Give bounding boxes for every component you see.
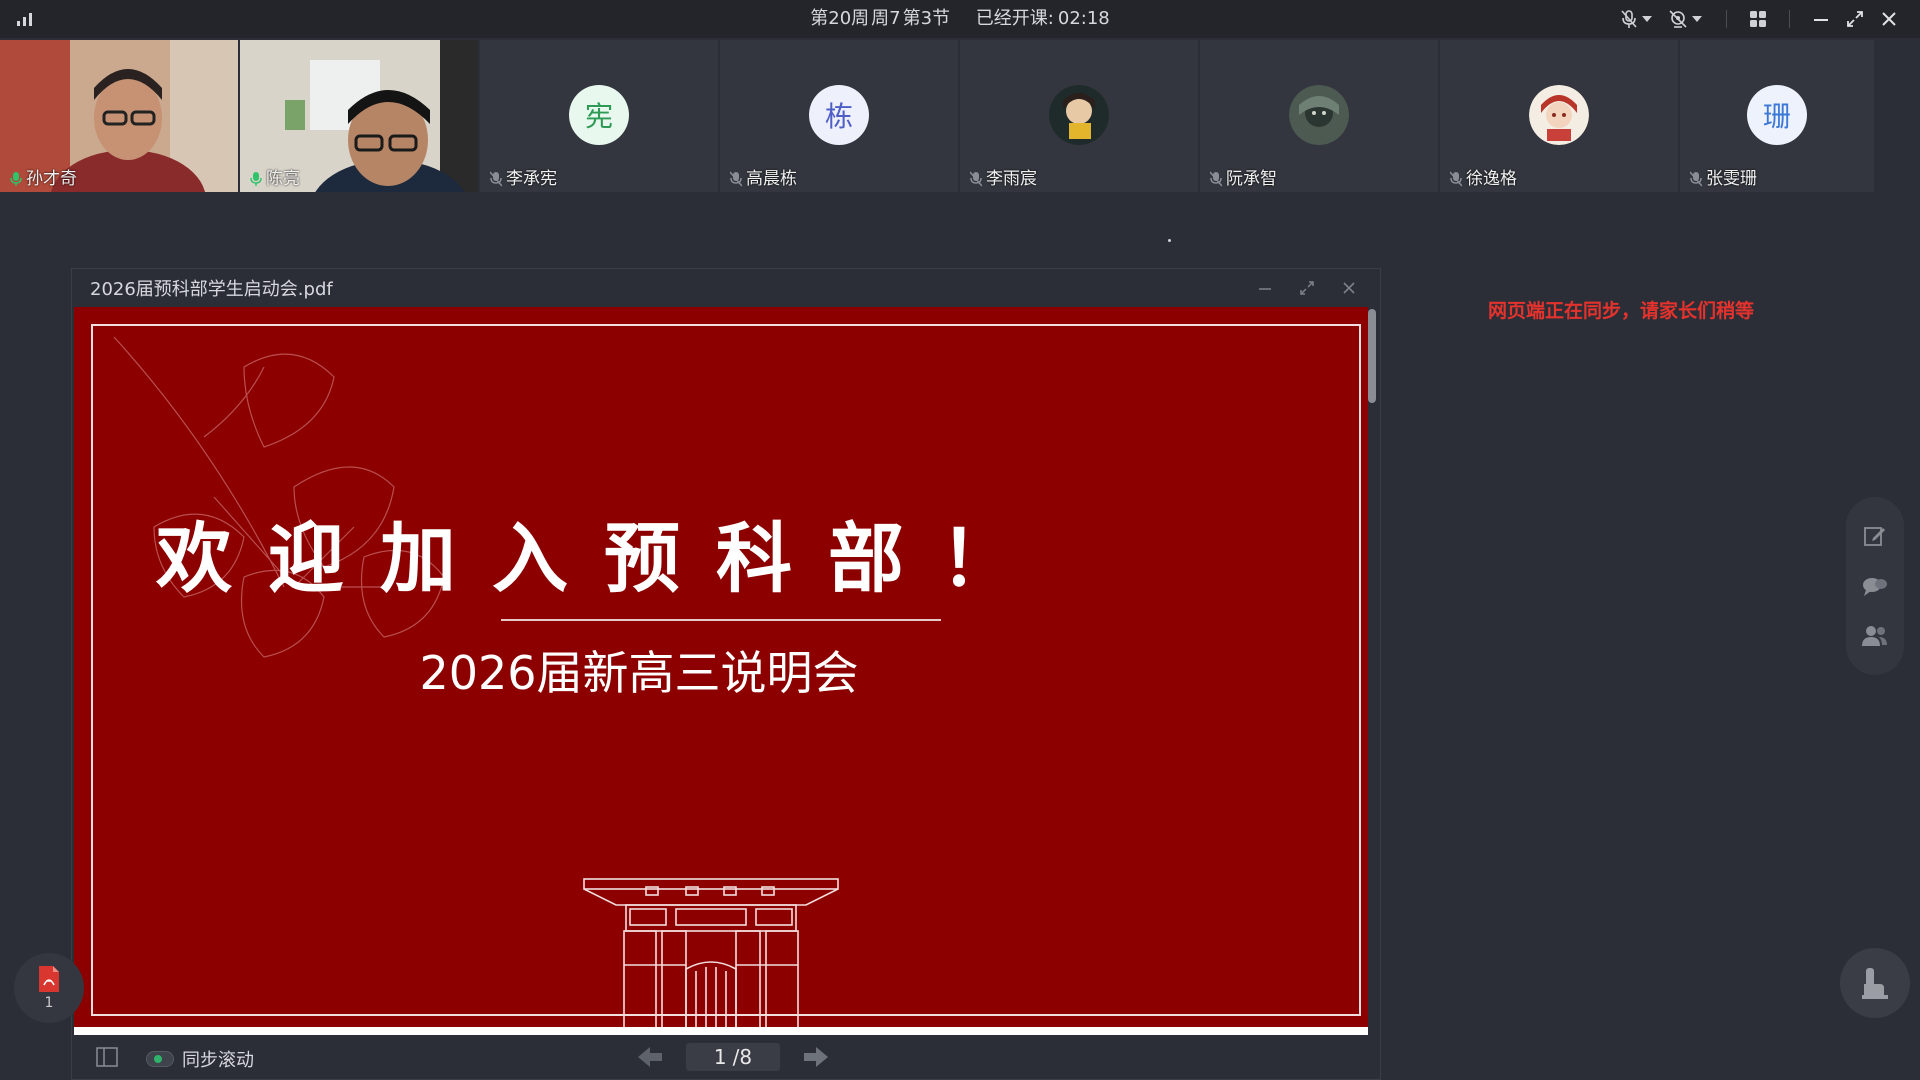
mic-on-icon [250,172,262,186]
next-page-button[interactable] [794,1043,838,1071]
raise-hand-button[interactable] [1840,948,1910,1018]
camera-toggle-button[interactable] [1658,0,1712,38]
slide-bottom-band [74,1027,1368,1035]
pdf-minimize-button[interactable] [1244,269,1286,307]
minimize-icon [1259,288,1271,290]
pdf-fullscreen-button[interactable] [1286,269,1328,307]
participant-name: 孙才奇 [10,168,77,190]
school-gate-illustration [583,878,839,1035]
divider [1726,10,1727,28]
sync-scroll-label: 同步滚动 [182,1050,254,1071]
mic-off-icon [1450,171,1462,187]
pdf-toolbar: 同步滚动 1/8 [72,1035,1380,1079]
arrow-left-icon [638,1047,662,1067]
participant-tile[interactable]: 阮承智 [1200,40,1438,192]
slide-subtitle: 2026届新高三说明会 [419,646,859,700]
mic-off-icon [1210,171,1222,187]
raise-hand-icon [1862,968,1888,999]
sync-status-note: 网页端正在同步，请家长们稍等 [1488,300,1755,322]
mic-off-icon [730,171,742,187]
pdf-window-controls [1244,269,1370,307]
period-label: 第3节 [902,8,951,29]
total-pages: /8 [732,1045,753,1069]
page-navigator: 1/8 [628,1043,838,1071]
top-controls [1614,0,1906,38]
mic-off-icon [1621,10,1637,28]
scrollbar-thumb[interactable] [1368,309,1376,403]
grid-layout-icon [1750,11,1766,27]
avatar: 栋 [809,85,869,145]
arrow-right-icon [804,1047,828,1067]
minimize-button[interactable] [1804,0,1838,38]
chevron-down-icon [1692,16,1702,22]
pdf-filename: 2026届预科部学生启动会.pdf [90,279,333,300]
participant-tile[interactable]: 珊 张雯珊 [1680,40,1874,192]
chevron-down-icon [1642,16,1652,22]
avatar [1529,85,1589,145]
people-icon [1862,626,1887,646]
participant-name: 陈亮 [250,168,300,190]
avatar: 珊 [1747,85,1807,145]
note-button[interactable] [1860,521,1890,551]
participant-tile[interactable]: 陈亮 [240,40,478,192]
close-icon [1882,12,1896,26]
sync-scroll-toggle[interactable]: 同步滚动 [146,1046,254,1072]
toggle-switch[interactable] [146,1051,174,1067]
prev-page-button[interactable] [628,1043,672,1071]
avatar: 宪 [569,85,629,145]
mic-toggle-button[interactable] [1614,0,1658,38]
participant-tile[interactable]: 孙才奇 [0,40,238,192]
divider [1789,10,1790,28]
current-page: 1 [713,1045,727,1069]
participant-name: 阮承智 [1210,168,1277,190]
participant-name: 张雯珊 [1690,168,1757,190]
week-label: 第20周 [810,8,870,29]
pdf-file-button[interactable]: 1 [14,953,84,1023]
participant-name: 李承宪 [490,168,557,190]
elapsed-label: 已经开课: [975,8,1054,29]
close-button[interactable] [1872,0,1906,38]
slide-title: 欢迎加入预科部！ [156,514,1052,603]
avatar [1289,85,1349,145]
members-button[interactable] [1860,621,1890,651]
participant-tile[interactable]: 李雨宸 [960,40,1198,192]
pdf-scrollbar[interactable] [1368,309,1376,1035]
participant-strip: 孙才奇 陈亮 宪 李承宪 栋 高晨栋 李雨宸 阮承智 徐逸格 珊 张雯珊 [0,40,1920,192]
chat-icon [1863,578,1887,596]
minimize-icon [1814,19,1828,21]
pdf-file-icon [39,966,59,992]
mic-off-icon [1690,171,1702,187]
mic-off-icon [490,171,502,187]
thumbnail-sidebar-icon[interactable] [96,1047,118,1067]
pdf-viewer-window: 2026届预科部学生启动会.pdf 欢迎加入预科部！ 2026届新高三说明会 同… [71,268,1381,1080]
side-tool-panel [1846,497,1904,675]
edit-note-icon [1864,527,1885,546]
layout-button[interactable] [1741,0,1775,38]
page-indicator[interactable]: 1/8 [686,1043,780,1071]
close-icon [1343,282,1355,294]
participant-name: 李雨宸 [970,168,1037,190]
decorative-dot [1168,239,1171,242]
mic-on-icon [10,172,22,186]
pdf-file-count: 1 [44,995,54,1011]
chat-button[interactable] [1860,571,1890,601]
restore-button[interactable] [1838,0,1872,38]
avatar [1049,85,1109,145]
participant-tile[interactable]: 徐逸格 [1440,40,1678,192]
participant-tile[interactable]: 栋 高晨栋 [720,40,958,192]
participant-name: 徐逸格 [1450,168,1517,190]
participant-tile[interactable]: 宪 李承宪 [480,40,718,192]
top-bar: 第20周 周7 第3节 已经开课: 02:18 [0,0,1920,38]
participant-name: 高晨栋 [730,168,797,190]
fullscreen-icon [1300,281,1314,295]
elapsed-time: 02:18 [1057,8,1110,29]
mic-off-icon [970,171,982,187]
day-label: 周7 [871,8,901,29]
restore-icon [1847,11,1863,27]
pdf-titlebar[interactable]: 2026届预科部学生启动会.pdf [72,269,1380,307]
pdf-close-button[interactable] [1328,269,1370,307]
camera-off-icon [1669,10,1687,28]
pdf-slide[interactable]: 欢迎加入预科部！ 2026届新高三说明会 [74,307,1368,1035]
slide-divider [501,619,941,621]
